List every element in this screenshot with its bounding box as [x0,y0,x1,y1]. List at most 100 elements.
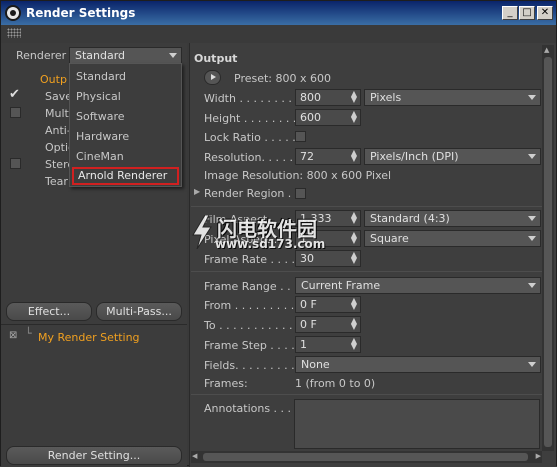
render-region-checkbox[interactable] [295,188,306,199]
pixel-aspect-preset: Square [370,232,409,245]
fields-select[interactable]: None [295,356,541,373]
chevron-down-icon [528,236,536,241]
chevron-down-icon [528,283,536,288]
width-unit-select[interactable]: Pixels [364,89,541,106]
maximize-icon: □ [522,7,532,18]
vertical-scroll-thumb[interactable] [544,57,552,447]
lightning-logo-icon [192,215,212,249]
horizontal-scroll-thumb[interactable] [203,453,528,461]
pixel-aspect-select[interactable]: Square [364,230,541,247]
height-value: 600 [300,111,321,124]
close-button[interactable]: ✕ [537,6,553,20]
scroll-left-icon[interactable]: ◀ [192,452,197,460]
menu-item-hardware[interactable]: Hardware [76,130,129,143]
watermark-text-url: www.sd173.com [215,237,326,251]
renderer-label: Renderer [16,49,67,62]
chevron-down-icon [528,95,536,100]
preset-button[interactable] [204,70,221,85]
chevron-down-icon [169,53,177,58]
resolution-unit-value: Pixels/Inch (DPI) [370,150,459,163]
from-input[interactable]: 0 F ▲ ▼ [295,296,361,313]
tree-item-multipass[interactable]: Multi [45,107,72,120]
effect-button[interactable]: Effect... [6,302,92,321]
tree-item-antialiasing[interactable]: Anti- [45,124,71,137]
spinner-icon[interactable]: ▲ ▼ [351,149,357,163]
frame-step-input[interactable]: 1 ▲ ▼ [295,336,361,353]
renderer-select-value: Standard [75,49,126,62]
menu-item-cineman[interactable]: CineMan [76,150,124,163]
lock-ratio-label: Lock Ratio . . . . . . [204,131,303,144]
left-divider [1,324,187,325]
image-resolution-text: Image Resolution: 800 x 600 Pixel [204,169,392,182]
section-divider [191,394,542,395]
title-bar[interactable]: Render Settings _ □ ✕ [1,1,556,25]
chevron-down-icon [528,362,536,367]
frames-label: Frames: [204,377,248,390]
to-value: 0 F [300,318,317,331]
horizontal-scrollbar[interactable]: ◀ ▶ [191,451,542,463]
stereo-checkbox[interactable] [10,158,21,169]
multipass-checkbox[interactable] [10,107,21,118]
spinner-icon[interactable]: ▲ ▼ [351,110,357,124]
vertical-scrollbar[interactable]: ▲ [542,45,554,451]
panel-grip[interactable] [7,28,21,38]
watermark: 闪电软件园 www.sd173.com [191,213,361,253]
resolution-input[interactable]: 72 ▲ ▼ [295,148,361,165]
fields-label: Fields. . . . . . . . . . [204,359,302,372]
tree-item-output[interactable]: Outp [40,73,67,86]
spinner-icon[interactable]: ▲ ▼ [351,251,357,265]
tree-item-team-render[interactable]: Tear [45,175,68,188]
frame-rate-value: 30 [300,252,314,265]
height-label: Height . . . . . . . . [204,112,297,125]
maximize-button[interactable]: □ [519,6,535,20]
spinner-icon[interactable]: ▲ ▼ [351,297,357,311]
width-input[interactable]: 800 ▲ ▼ [295,89,361,106]
window-title: Render Settings [26,6,136,20]
to-label: To . . . . . . . . . . . . . [204,319,307,332]
frames-value: 1 (from 0 to 0) [295,377,376,390]
section-divider [191,206,542,207]
annotations-label: Annotations . . . . [204,402,299,415]
multipass-button[interactable]: Multi-Pass... [96,302,182,321]
close-icon: ✕ [540,7,550,18]
menu-item-software[interactable]: Software [76,110,125,123]
frame-range-value: Current Frame [301,279,381,292]
menu-item-physical[interactable]: Physical [76,90,121,103]
renderer-select[interactable]: Standard [69,47,182,64]
frame-range-select[interactable]: Current Frame [295,277,541,294]
film-aspect-select[interactable]: Standard (4:3) [364,210,541,227]
spinner-icon[interactable]: ▲ ▼ [351,317,357,331]
render-setting-item[interactable]: My Render Setting [38,331,140,344]
frame-rate-label: Frame Rate . . . . . [204,253,302,266]
output-header: Output [194,52,238,65]
scroll-right-icon[interactable]: ▶ [536,452,541,460]
render-settings-window: Render Settings _ □ ✕ Renderer Standard … [0,0,557,467]
renderer-dropdown-menu: Standard Physical Software Hardware Cine… [69,63,182,187]
resolution-unit-select[interactable]: Pixels/Inch (DPI) [364,148,541,165]
scroll-up-icon[interactable]: ▲ [544,46,549,54]
width-label: Width . . . . . . . . . [204,92,299,105]
height-input[interactable]: 600 ▲ ▼ [295,109,361,126]
section-divider [191,271,542,272]
tree-item-save[interactable]: Save [45,90,72,103]
render-region-label: Render Region . . [204,187,299,200]
spinner-icon[interactable]: ▲ ▼ [351,337,357,351]
annotations-textarea[interactable] [294,399,540,449]
play-icon [211,74,216,80]
spinner-icon[interactable]: ▲ ▼ [351,90,357,104]
minimize-button[interactable]: _ [502,6,518,20]
width-value: 800 [300,91,321,104]
from-value: 0 F [300,298,317,311]
tree-node-icon: ⊠ [9,330,18,341]
chevron-down-icon [528,154,536,159]
expand-arrow-icon[interactable]: ▶ [194,187,200,196]
menu-item-standard[interactable]: Standard [76,70,126,83]
preset-label: Preset: 800 x 600 [234,72,331,85]
render-setting-button[interactable]: Render Setting... [6,446,182,465]
to-input[interactable]: 0 F ▲ ▼ [295,316,361,333]
lock-ratio-checkbox[interactable] [295,131,306,142]
app-icon [5,5,21,21]
film-aspect-preset: Standard (4:3) [370,212,450,225]
menu-item-arnold-renderer[interactable]: Arnold Renderer [72,167,179,185]
checkmark-icon[interactable]: ✔ [9,87,20,102]
